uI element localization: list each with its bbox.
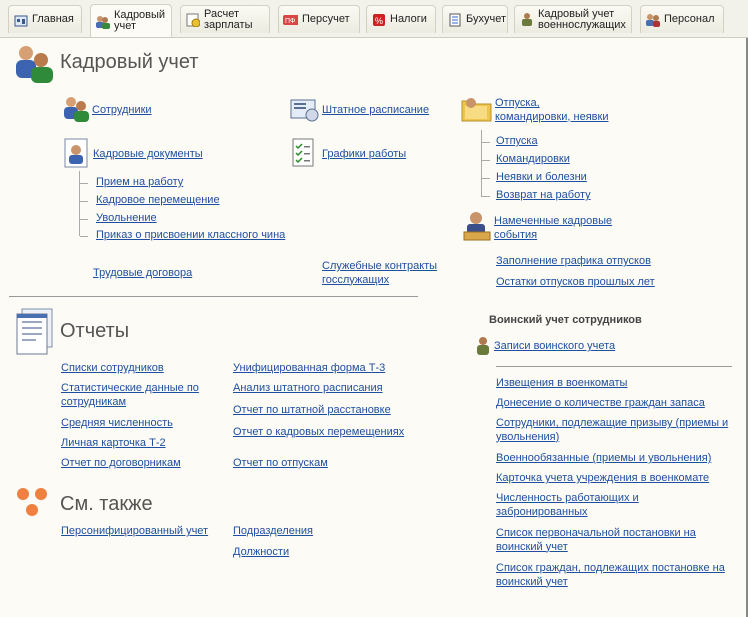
svg-text:ПФ: ПФ — [285, 18, 295, 25]
link-hiring[interactable]: Прием на работу — [96, 176, 183, 190]
military-records-icon — [476, 336, 490, 359]
link-conscription-employees[interactable]: Сотрудники, подлежащие призыву (приемы и… — [496, 417, 728, 444]
hr-section-title: Кадровый учет — [60, 51, 199, 73]
link-staff-schedule[interactable]: Штатное расписание — [322, 104, 429, 118]
hr-documents-icon — [64, 138, 88, 171]
tree-tick — [482, 178, 490, 179]
tree-tick — [482, 160, 490, 161]
link-positions[interactable]: Должности — [233, 546, 289, 560]
link-business-trips[interactable]: Командировки — [496, 153, 570, 167]
reports-section-title: Отчеты — [60, 320, 130, 342]
link-employees[interactable]: Сотрудники — [92, 104, 152, 118]
staff-schedule-icon — [290, 97, 320, 126]
svg-text:%: % — [375, 16, 383, 26]
link-transfers-report[interactable]: Отчет о кадровых перемещениях — [233, 426, 404, 440]
leave-folder-icon — [461, 95, 493, 126]
pfr-icon: ПФ — [283, 12, 298, 27]
tab-personnel[interactable]: Персонал — [640, 5, 724, 33]
tree-tick — [80, 219, 88, 220]
link-contractor-report[interactable]: Отчет по договорникам — [61, 457, 181, 471]
military-icon — [519, 12, 534, 27]
link-return-to-work[interactable]: Возврат на работу — [496, 189, 591, 203]
hr-docs-tree-line — [79, 171, 80, 236]
link-enterprise-military-card[interactable]: Карточка учета учреждения в военкомате — [496, 472, 709, 486]
link-vacations-report[interactable]: Отчет по отпускам — [233, 457, 328, 471]
link-absences[interactable]: Неявки и болезни — [496, 171, 587, 185]
link-vacations[interactable]: Отпуска — [496, 135, 538, 149]
link-fill-leave-plan[interactable]: Заполнение графика отпусков — [496, 255, 651, 269]
accounting-icon — [447, 12, 462, 27]
employees-icon — [62, 95, 90, 126]
section-tab-bar: Главная Кадровый учет Расчет зарплаты ПФ… — [0, 0, 748, 38]
link-service-contracts[interactable]: Служебные контракты госслужащих — [322, 260, 437, 287]
link-departments[interactable]: Подразделения — [233, 525, 313, 539]
link-reserved-headcount[interactable]: Численность работающих и забронированных — [496, 492, 639, 519]
military-section-title: Воинский учет сотрудников — [489, 314, 642, 326]
link-employee-lists[interactable]: Списки сотрудников — [61, 362, 164, 376]
reports-icon — [14, 308, 54, 359]
link-military-notices[interactable]: Извещения в военкоматы — [496, 377, 627, 391]
tree-tick — [80, 201, 88, 202]
tree-tick — [80, 236, 88, 237]
link-citizens-registration-list[interactable]: Список граждан, подлежащих постановке на… — [496, 562, 725, 589]
link-planned-hr-events[interactable]: Намеченные кадровые события — [494, 215, 612, 242]
people-icon — [95, 14, 110, 29]
tab-pers-accounting[interactable]: ПФ Персучет — [278, 5, 360, 33]
taxes-icon: % — [371, 12, 386, 27]
divider — [9, 296, 418, 297]
link-unified-form-t3[interactable]: Унифицированная форма Т-3 — [233, 362, 385, 376]
link-average-headcount[interactable]: Средняя численность — [61, 417, 173, 431]
tab-payroll[interactable]: Расчет зарплаты — [180, 5, 270, 33]
link-leave-trips-absences[interactable]: Отпуска, командировки, неявки — [495, 97, 608, 124]
hr-section-icon — [13, 42, 55, 87]
link-military-records[interactable]: Записи воинского учета — [494, 340, 615, 354]
tab-taxes[interactable]: % Налоги — [366, 5, 436, 33]
link-initial-registration-list[interactable]: Список первоначальной постановки на воин… — [496, 527, 696, 554]
link-dismissal[interactable]: Увольнение — [96, 212, 157, 226]
link-staff-schedule-analysis[interactable]: Анализ штатного расписания — [233, 382, 383, 396]
tab-accounting[interactable]: Бухучет — [442, 5, 508, 33]
link-personified-accounting[interactable]: Персонифицированный учет — [61, 525, 208, 539]
link-labor-contracts[interactable]: Трудовые договора — [93, 267, 192, 281]
link-liable-for-service[interactable]: Военнообязанные (приемы и увольнения) — [496, 452, 711, 466]
link-staffing-report[interactable]: Отчет по штатной расстановке — [233, 404, 391, 418]
link-work-schedules[interactable]: Графики работы — [322, 148, 406, 162]
personnel-icon — [645, 12, 660, 27]
tree-tick — [482, 196, 490, 197]
planned-events-icon — [462, 210, 492, 245]
link-leave-balances[interactable]: Остатки отпусков прошлых лет — [496, 276, 655, 290]
link-transfer[interactable]: Кадровое перемещение — [96, 194, 220, 208]
work-schedules-icon — [292, 138, 316, 171]
link-personal-card-t2[interactable]: Личная карточка Т-2 — [61, 437, 166, 451]
tab-hr[interactable]: Кадровый учет — [90, 4, 172, 37]
see-also-icon — [15, 486, 51, 525]
home-icon — [13, 12, 28, 27]
tree-tick — [482, 142, 490, 143]
see-also-section-title: См. также — [60, 493, 153, 515]
link-class-rank-order[interactable]: Приказ о присвоении классного чина — [96, 229, 285, 243]
tree-tick — [80, 183, 88, 184]
tab-military-hr[interactable]: Кадровый учет военнослужащих — [514, 5, 632, 33]
link-employee-statistics[interactable]: Статистические данные по сотрудникам — [61, 382, 199, 409]
link-hr-documents[interactable]: Кадровые документы — [93, 148, 203, 162]
leave-tree-line — [481, 130, 482, 197]
payroll-icon — [185, 12, 200, 27]
link-reserve-count-report[interactable]: Донесение о количестве граждан запаса — [496, 397, 705, 411]
military-divider — [496, 366, 732, 367]
tab-main[interactable]: Главная — [8, 5, 82, 33]
